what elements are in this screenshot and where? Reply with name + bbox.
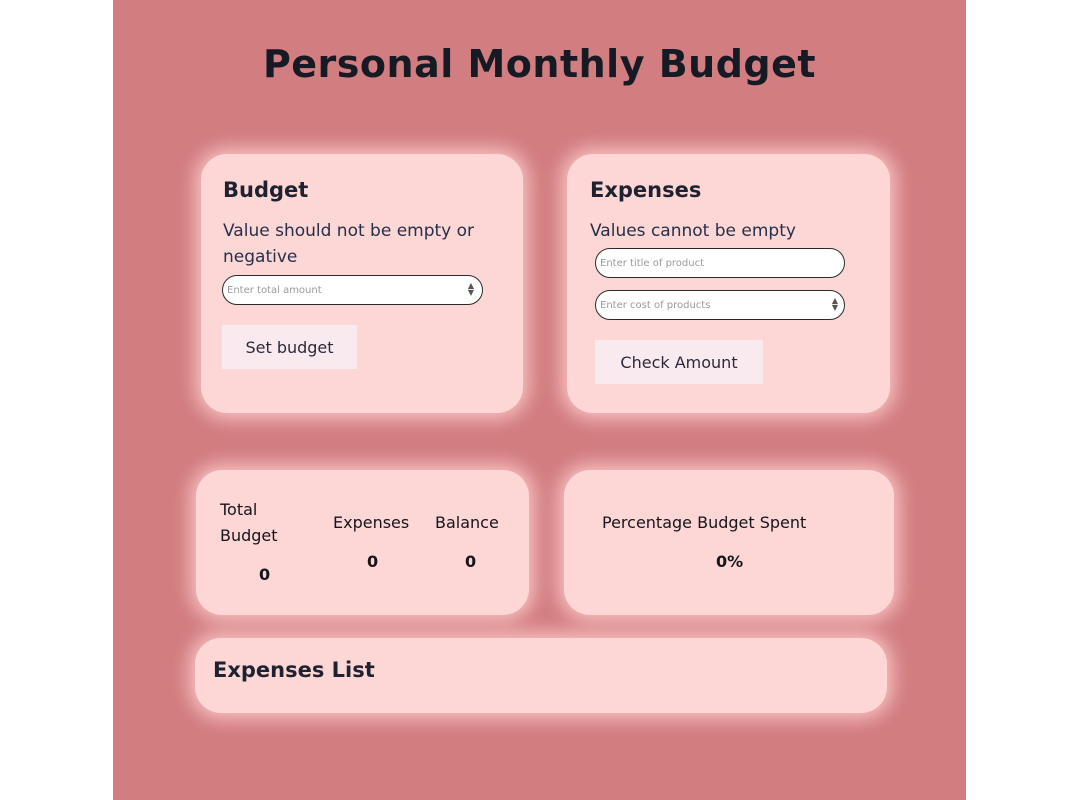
set-budget-button[interactable]: Set budget — [222, 325, 357, 369]
percentage-card: Percentage Budget Spent 0% — [564, 470, 894, 615]
balance-label: Balance — [435, 513, 499, 532]
page-title: Personal Monthly Budget — [262, 42, 817, 86]
total-budget-label: Total Budget — [220, 500, 278, 545]
expenses-list-heading: Expenses List — [213, 658, 375, 682]
budget-hint: Value should not be empty or negative — [223, 221, 475, 267]
expenses-label: Expenses — [333, 513, 410, 532]
product-title-input[interactable] — [595, 248, 845, 278]
budget-card: Budget Value should not be empty or nega… — [201, 154, 523, 413]
check-amount-button[interactable]: Check Amount — [595, 340, 763, 384]
cost-spinner[interactable]: ▲ ▼ — [831, 297, 839, 312]
expenses-card: Expenses Values cannot be empty ▲▼ Check… — [567, 154, 890, 413]
total-amount-input[interactable] — [222, 275, 483, 305]
expenses-hint: Values cannot be empty — [590, 221, 796, 241]
product-cost-input[interactable] — [595, 290, 845, 320]
percentage-value: 0% — [716, 552, 744, 571]
expenses-list-card: Expenses List — [195, 638, 887, 713]
expenses-heading: Expenses — [590, 178, 702, 202]
app-canvas: Personal Monthly Budget Budget Value sho… — [113, 0, 966, 800]
expenses-value: 0 — [367, 552, 379, 571]
budget-heading: Budget — [223, 178, 309, 202]
percentage-label: Percentage Budget Spent — [602, 513, 807, 532]
total-budget-value: 0 — [259, 565, 271, 584]
amount-spinner[interactable]: ▲ ▼ — [467, 282, 475, 297]
summary-card: Total Budget 0 Expenses 0 Balance 0 — [196, 470, 529, 615]
balance-value: 0 — [465, 552, 477, 571]
